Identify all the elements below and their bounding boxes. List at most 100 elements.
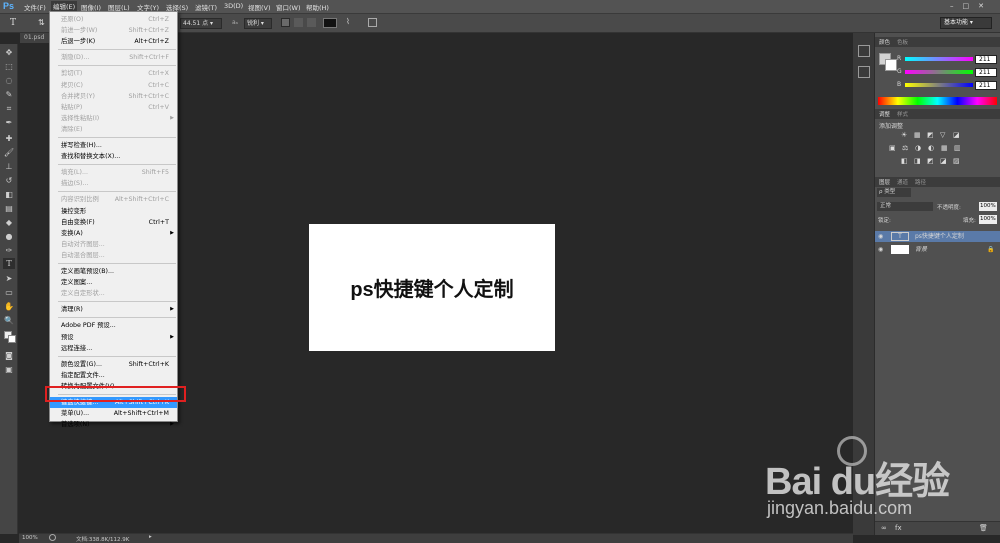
workspace-select[interactable]: 基本功能 ▾ [940,17,992,29]
warp-text-icon[interactable]: ⌇ [346,17,350,26]
blend-mode-select[interactable]: 正常 [877,202,933,211]
tab-layers[interactable]: 图层 [879,178,890,186]
menu-item[interactable]: 拷贝(C) Ctrl+C [50,80,177,91]
threshold-adjust-icon[interactable]: ◩ [927,158,935,165]
hsl-adjust-icon[interactable]: ▣ [889,145,897,152]
shape-tool-icon[interactable]: ▭ [3,287,15,298]
menu-item[interactable]: 远程连接... [50,343,177,354]
menu-item[interactable]: 描边(S)... [50,178,177,189]
marquee-tool-icon[interactable]: ⬚ [3,61,15,72]
channel-value-input[interactable]: 211 [975,55,997,64]
properties-panel-icon[interactable] [858,66,870,78]
zoom-level[interactable]: 100% [22,535,38,541]
blur-tool-icon[interactable]: ◆ [3,217,15,228]
gradient-map-adjust-icon[interactable]: ◪ [940,158,948,165]
maximize-button[interactable]: □ [963,2,970,12]
menu-item[interactable]: 预设 ▶ [50,332,177,343]
dodge-tool-icon[interactable]: ● [3,231,15,242]
text-tool-icon[interactable]: T [10,18,16,28]
menu-item[interactable]: Adobe PDF 预设... [50,320,177,331]
brightness-adjust-icon[interactable]: ☀ [901,132,909,139]
zoom-tool-icon[interactable]: 🔍 [3,315,15,326]
menu-item[interactable]: 自动对齐图层... [50,239,177,250]
text-orientation-icon[interactable]: ⇅ [38,18,45,27]
menu-item[interactable]: 清理(R) ▶ [50,304,177,315]
crop-tool-icon[interactable]: ⌗ [3,103,15,114]
visibility-eye-icon[interactable]: ◉ [878,231,883,242]
channel-slider[interactable] [905,57,973,61]
screen-mode-icon[interactable]: ▣ [3,364,15,375]
history-panel-icon[interactable] [858,45,870,57]
tab-adjustments[interactable]: 调整 [879,110,890,118]
antialias-select[interactable]: 锐利 ▾ [244,18,272,29]
path-select-icon[interactable]: ➤ [3,273,15,284]
tab-channels[interactable]: 通道 [897,178,908,186]
opacity-input[interactable]: 100% [979,202,997,211]
menu-item[interactable]: 变换(A) ▶ [50,228,177,239]
pen-tool-icon[interactable]: ✑ [3,245,15,256]
channel-value-input[interactable]: 211 [975,81,997,90]
menu-item[interactable]: 颜色设置(G)... Shift+Ctrl+K [50,359,177,370]
lookup-adjust-icon[interactable]: ▥ [954,145,962,152]
font-size-select[interactable]: 44.51 点 ▾ [180,18,222,29]
menu-item[interactable]: 清除(E) [50,124,177,135]
tab-paths[interactable]: 路径 [915,178,926,186]
menu-item[interactable]: 拼写检查(H)... [50,140,177,151]
bw-adjust-icon[interactable]: ◑ [915,145,923,152]
fill-input[interactable]: 100% [979,215,997,224]
menu-item[interactable]: 还原(O) Ctrl+Z [50,14,177,25]
menu-item[interactable]: 合并拷贝(Y) Shift+Ctrl+C [50,91,177,102]
curves-adjust-icon[interactable]: ◩ [927,132,935,139]
menu-item[interactable]: 剪切(T) Ctrl+X [50,68,177,79]
gradient-tool-icon[interactable]: ▤ [3,203,15,214]
menu-item[interactable]: 渐隐(D)... Shift+Ctrl+F [50,52,177,63]
photo-filter-adjust-icon[interactable]: ◐ [928,145,936,152]
eyedropper-icon[interactable]: ✒ [3,117,15,128]
menu-3d[interactable]: 3D(D) [224,2,243,10]
menu-item[interactable]: 后退一步(K) Alt+Ctrl+Z [50,36,177,47]
document-canvas[interactable]: ps快捷键个人定制 [309,224,555,351]
history-brush-icon[interactable]: ↺ [3,175,15,186]
healing-brush-icon[interactable]: ✚ [3,133,15,144]
menu-item[interactable]: 前进一步(W) Shift+Ctrl+Z [50,25,177,36]
channel-mixer-adjust-icon[interactable]: ▦ [941,145,949,152]
hand-tool-icon[interactable]: ✋ [3,301,15,312]
menu-window[interactable]: 窗口(W) [276,2,301,12]
channel-value-input[interactable]: 211 [975,68,997,77]
align-left-icon[interactable] [281,18,290,27]
exposure-adjust-icon[interactable]: ▽ [940,132,948,139]
color-balance-adjust-icon[interactable]: ⚖ [902,145,910,152]
visibility-eye-icon[interactable]: ◉ [878,244,883,255]
tab-color[interactable]: 颜色 [879,38,890,46]
layer-filter-select[interactable]: ρ 类型 [877,188,911,197]
vibrance-adjust-icon[interactable]: ◪ [953,132,961,139]
brush-tool-icon[interactable]: 🖌 [3,147,15,158]
invert-adjust-icon[interactable]: ◧ [901,158,909,165]
menu-item[interactable]: 填充(L)... Shift+F5 [50,167,177,178]
menu-item[interactable]: 操控变形 [50,206,177,217]
minimize-button[interactable]: – [950,2,954,12]
quick-select-icon[interactable]: ✎ [3,89,15,100]
menu-file[interactable]: 文件(F) [24,2,46,12]
selective-color-adjust-icon[interactable]: ▨ [953,158,961,165]
tab-swatches[interactable]: 色板 [897,38,908,46]
background-color-swatch[interactable] [8,335,16,343]
menu-help[interactable]: 帮助(H) [306,2,329,12]
menu-item[interactable]: 首选项(N) ▶ [50,419,177,430]
menu-item[interactable]: 选择性粘贴(I) ▶ [50,113,177,124]
menu-item[interactable]: 定义画笔预设(B)... [50,266,177,277]
menu-filter[interactable]: 滤镜(T) [195,2,217,12]
channel-slider[interactable] [905,70,973,74]
status-arrow-icon[interactable]: ▸ [149,534,152,540]
channel-slider[interactable] [905,83,973,87]
bg-color-chip[interactable] [885,59,897,71]
tab-styles[interactable]: 样式 [897,110,908,118]
layer-row-background[interactable]: ◉ 背景 🔒 [875,244,1000,255]
posterize-adjust-icon[interactable]: ◨ [914,158,922,165]
close-button[interactable]: ✕ [978,2,984,12]
menu-item[interactable]: 定义自定形状... [50,288,177,299]
align-right-icon[interactable] [307,18,316,27]
menu-item[interactable]: 自由变换(F) Ctrl+T [50,217,177,228]
align-center-icon[interactable] [294,18,303,27]
clone-stamp-icon[interactable]: ⊥ [3,161,15,172]
